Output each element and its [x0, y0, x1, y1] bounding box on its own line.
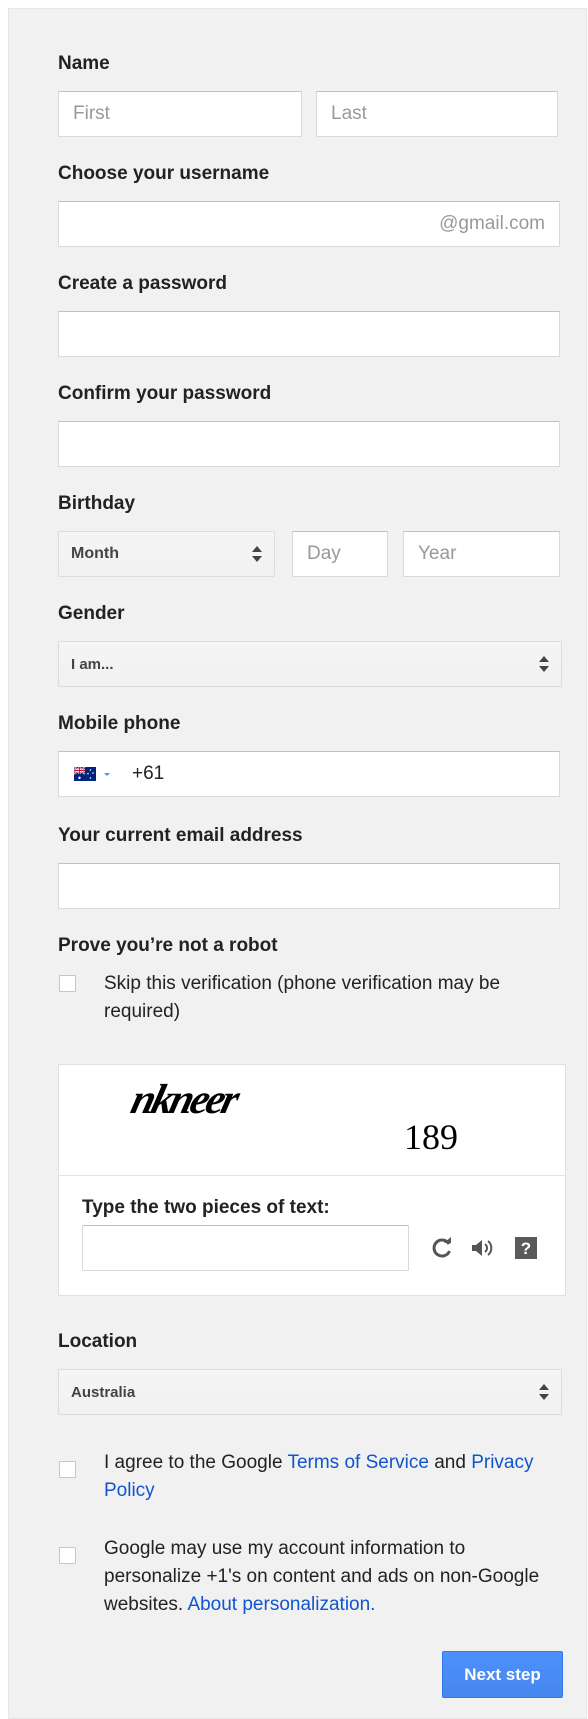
terms-and: and — [428, 1452, 472, 1473]
year-placeholder: Year — [418, 543, 457, 564]
current-email-label: Your current email address — [58, 825, 303, 846]
next-step-button[interactable]: Next step — [442, 1651, 563, 1698]
captcha-instruction: Type the two pieces of text: — [82, 1197, 330, 1218]
captcha-divider — [59, 1175, 565, 1176]
terms-checkbox[interactable] — [59, 1461, 76, 1478]
birthday-label: Birthday — [58, 493, 136, 514]
captcha-word-2: 189 — [404, 1117, 458, 1157]
captcha-box: nkneer 189 Type the two pieces of text: … — [58, 1064, 566, 1296]
location-label: Location — [58, 1331, 138, 1352]
gender-label: Gender — [58, 603, 125, 624]
gender-value: I am... — [71, 655, 114, 673]
last-name-input[interactable]: Last — [316, 91, 558, 137]
month-value: Month — [71, 545, 119, 562]
username-input[interactable]: @gmail.com — [58, 201, 560, 247]
confirm-password-input[interactable] — [58, 421, 560, 467]
select-arrows-icon — [539, 1383, 549, 1401]
username-label: Choose your username — [58, 163, 270, 184]
confirm-password-label: Confirm your password — [58, 383, 272, 404]
current-email-input[interactable] — [58, 863, 560, 909]
help-glyph: ? — [521, 1239, 531, 1258]
personalization-checkbox[interactable] — [59, 1547, 76, 1564]
birthday-day-input[interactable]: Day — [292, 531, 388, 577]
birthday-month-select[interactable]: Month — [58, 531, 275, 577]
robot-label: Prove you’re not a robot — [58, 935, 278, 956]
captcha-word-1: nkneer — [127, 1077, 245, 1123]
phone-value: +61 — [132, 763, 165, 784]
last-name-placeholder: Last — [331, 103, 367, 124]
terms-of-service-link[interactable]: Terms of Service — [287, 1452, 428, 1473]
location-value: Australia — [71, 1383, 136, 1401]
location-select[interactable]: Australia — [58, 1369, 562, 1415]
gmail-suffix: @gmail.com — [439, 213, 545, 234]
personalization-text: Google may use my account information to… — [104, 1535, 544, 1619]
captcha-input[interactable] — [82, 1225, 409, 1271]
select-arrows-icon — [252, 545, 262, 563]
refresh-icon[interactable] — [429, 1235, 455, 1261]
australia-flag-icon — [74, 767, 96, 781]
country-selector[interactable] — [74, 767, 112, 781]
password-input[interactable] — [58, 311, 560, 357]
birthday-year-input[interactable]: Year — [403, 531, 560, 577]
mobile-phone-input[interactable]: +61 — [58, 751, 560, 797]
terms-prefix: I agree to the Google — [104, 1452, 288, 1473]
chevron-down-icon — [104, 773, 110, 776]
day-placeholder: Day — [307, 543, 341, 564]
terms-text: I agree to the Google Terms of Service a… — [104, 1449, 564, 1505]
password-label: Create a password — [58, 273, 227, 294]
help-icon[interactable]: ? — [514, 1236, 538, 1260]
about-personalization-link[interactable]: About personalization. — [187, 1594, 375, 1615]
gender-select[interactable]: I am... — [58, 641, 562, 687]
audio-icon[interactable] — [469, 1235, 495, 1261]
signup-form-panel: Name First Last Choose your username @gm… — [8, 8, 587, 1719]
first-name-input[interactable]: First — [58, 91, 302, 137]
skip-verification-text: Skip this verification (phone verificati… — [104, 973, 501, 1022]
captcha-image: nkneer 189 — [127, 1077, 458, 1157]
name-label: Name — [58, 53, 110, 74]
select-arrows-icon — [539, 655, 549, 673]
first-name-placeholder: First — [73, 103, 110, 124]
skip-verification-checkbox[interactable] — [59, 975, 76, 992]
mobile-phone-label: Mobile phone — [58, 713, 181, 734]
